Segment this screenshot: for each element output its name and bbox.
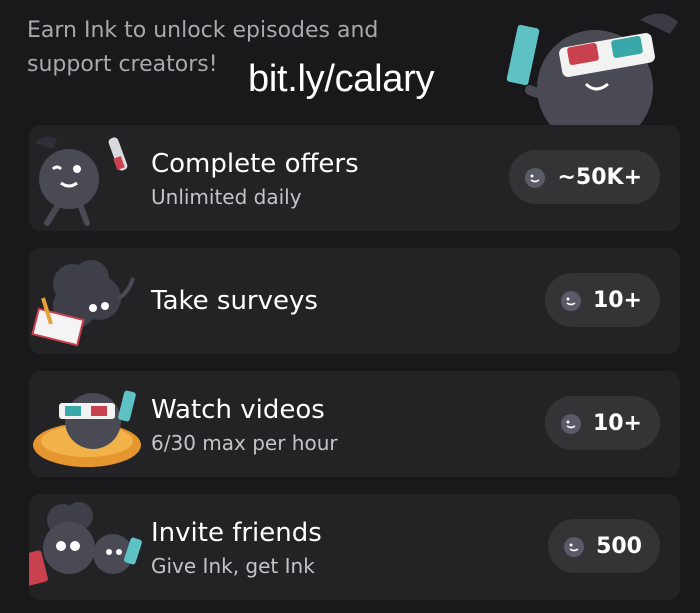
offer-card-watch-videos[interactable]: Watch videos 6/30 max per hour 10+ [29,371,680,477]
offer-title: Invite friends [151,518,322,548]
offer-title: Complete offers [151,149,359,179]
offer-subtitle: Give Ink, get Ink [151,554,315,578]
offer-card-invite-friends[interactable]: Invite friends Give Ink, get Ink 500 [29,494,680,600]
offer-card-complete-offers[interactable]: Complete offers Unlimited daily ~50K+ [29,125,680,231]
ink-coin-icon [525,168,546,188]
offer-title: Watch videos [151,395,325,425]
reward-value: 10+ [592,287,642,313]
reward-badge[interactable]: 500 [548,519,660,573]
reward-value: 500 [596,533,642,559]
ink-coin-icon [560,414,581,434]
offer-card-take-surveys[interactable]: Take surveys 10+ [29,248,680,354]
ink-blob-friends-icon [29,502,142,586]
reward-badge[interactable]: 10+ [544,396,660,450]
offer-subtitle: Unlimited daily [151,185,302,209]
offer-subtitle: 6/30 max per hour [151,431,338,455]
reward-badge[interactable]: ~50K+ [509,150,660,204]
promo-watermark: bit.ly/calary [248,58,435,100]
ink-blob-survey-icon [31,260,135,347]
reward-badge[interactable]: 10+ [544,273,660,327]
reward-value: ~50K+ [557,164,642,190]
ink-mascot-3d-glasses-icon [506,13,678,130]
ink-blob-scientist-icon [35,136,128,226]
ink-blob-3d-glasses-icon [33,390,141,467]
reward-value: 10+ [592,410,642,436]
offer-title: Take surveys [151,286,318,316]
ink-coin-icon [560,291,581,311]
ink-coin-icon [564,537,585,557]
